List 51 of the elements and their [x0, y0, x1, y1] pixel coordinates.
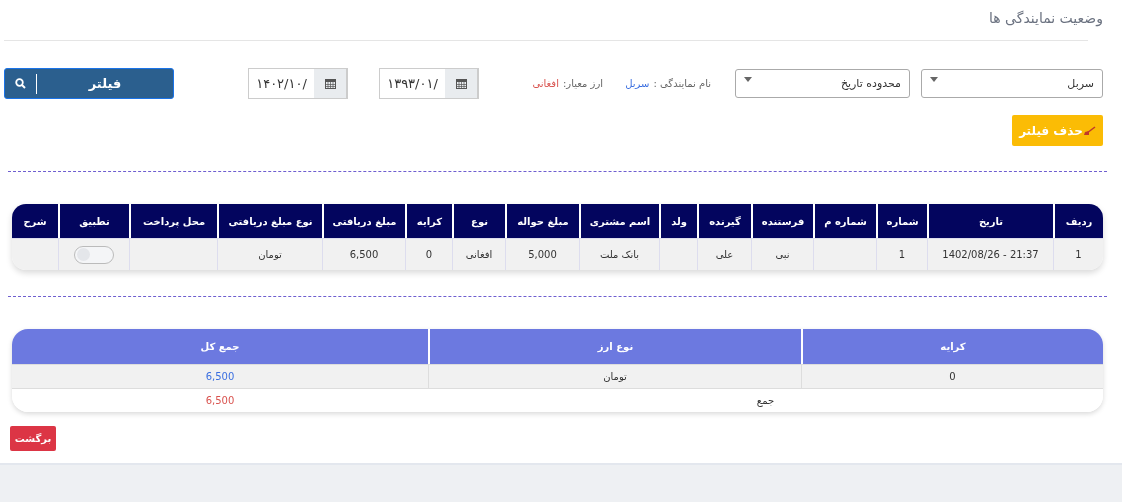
- column-header: شرح: [12, 204, 58, 238]
- column-header: شماره: [876, 204, 927, 238]
- toggle-switch[interactable]: [74, 245, 114, 264]
- column-header: محل پرداخت: [129, 204, 217, 238]
- table-cell: [813, 238, 876, 270]
- total-label: جمع: [756, 395, 775, 406]
- total-value: 6,500: [205, 395, 235, 406]
- column-header: نوع ارز: [428, 329, 801, 364]
- column-header: ولد: [659, 204, 697, 238]
- table-cell: 6,500: [12, 364, 428, 388]
- table-cell: تومان: [428, 364, 801, 388]
- caret-icon: [930, 77, 938, 82]
- table-cell: افغانی: [452, 238, 505, 270]
- table-cell: نبی: [751, 238, 813, 270]
- column-header: کرایه: [405, 204, 452, 238]
- table-cell: 6,500: [322, 238, 405, 270]
- table-cell: 1: [1053, 238, 1103, 270]
- date-range-select[interactable]: محدوده تاریخ: [735, 69, 910, 98]
- column-header: گیرنده: [697, 204, 751, 238]
- currency-label: ارز معیار:: [562, 78, 603, 89]
- column-header: تاریخ: [927, 204, 1053, 238]
- broom-icon: [1083, 125, 1096, 136]
- back-button[interactable]: برگشت: [10, 426, 56, 451]
- agency-label: نام نمایندگی :: [653, 78, 711, 89]
- agency-name: سربل: [625, 78, 650, 89]
- table-cell: 5,000: [505, 238, 579, 270]
- column-header: کرایه: [801, 329, 1103, 364]
- table-cell: 1: [876, 238, 927, 270]
- column-header: مبلغ حواله: [505, 204, 579, 238]
- page-title: وضعیت نمایندگی ها: [988, 9, 1103, 29]
- table-cell: 0: [801, 364, 1103, 388]
- table-cell: تومان: [217, 238, 322, 270]
- column-header: فرستنده: [751, 204, 813, 238]
- table-cell: 1402/08/26 - 21:37: [927, 238, 1053, 270]
- column-header: نوع: [452, 204, 505, 238]
- agency-select[interactable]: سربل: [921, 69, 1103, 98]
- column-header: ردیف: [1053, 204, 1103, 238]
- column-header: شماره م: [813, 204, 876, 238]
- column-header: مبلغ دریافتی: [322, 204, 405, 238]
- table-cell: بانک ملت: [579, 238, 659, 270]
- table-cell: علی: [697, 238, 751, 270]
- search-icon: [15, 78, 26, 89]
- column-header: اسم مشتری: [579, 204, 659, 238]
- table-cell: 0: [405, 238, 452, 270]
- caret-icon: [744, 77, 752, 82]
- column-header: نوع مبلغ دریافتی: [217, 204, 322, 238]
- table-cell: [659, 238, 697, 270]
- filter-button[interactable]: فیلتر: [4, 68, 174, 99]
- currency-value: افغانی: [532, 78, 559, 89]
- column-header: جمع کل: [12, 329, 428, 364]
- column-header: تطبیق: [58, 204, 129, 238]
